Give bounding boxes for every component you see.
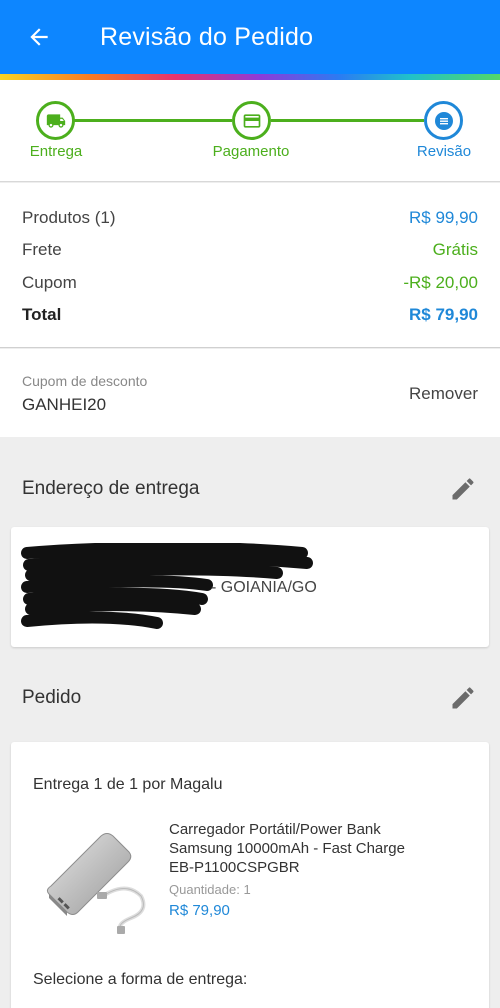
summary-products-row: Produtos (1) R$ 99,90: [22, 208, 478, 228]
edit-order-button[interactable]: [448, 683, 478, 713]
order-card: Entrega 1 de 1 por Magalu Carregador Por…: [11, 742, 489, 1008]
coupon-code: GANHEI20: [22, 395, 107, 414]
checkout-stepper: Entrega Pagamento Revisão: [0, 80, 500, 182]
coupon-section: Cupom de desconto GANHEI20 Remover: [0, 349, 500, 437]
step-label-pagamento: Pagamento: [212, 143, 290, 160]
total-label: Total: [22, 305, 62, 324]
page-title: Revisão do Pedido: [100, 22, 314, 51]
total-value: R$ 79,90: [409, 305, 478, 324]
coupon-field-label: Cupom de desconto: [22, 373, 148, 389]
remove-coupon-button[interactable]: Remover: [409, 384, 478, 404]
delivery-seller: Entrega 1 de 1 por Magalu: [33, 776, 223, 793]
products-label: Produtos (1): [22, 208, 116, 227]
address-city: - GOIANIA/GO: [211, 579, 317, 596]
products-value: R$ 99,90: [409, 208, 478, 227]
step-label-revisao: Revisão: [416, 143, 472, 160]
shipping-method-prompt: Selecione a forma de entrega:: [33, 971, 248, 988]
arrow-back-icon: [30, 28, 48, 46]
pencil-icon: [452, 687, 474, 709]
address-title: Endereço de entrega: [22, 478, 200, 499]
order-summary: Produtos (1) R$ 99,90 Frete Grátis Cupom…: [0, 183, 500, 348]
step-entrega[interactable]: [36, 101, 75, 140]
summary-coupon-row: Cupom -R$ 20,00: [22, 273, 478, 293]
shipping-value: Grátis: [432, 240, 478, 259]
summary-total-row: Total R$ 79,90: [22, 305, 478, 325]
power-bank-image: [46, 833, 146, 934]
product-quantity: Quantidade: 1: [169, 882, 251, 897]
address-section-header: Endereço de entrega: [0, 459, 500, 519]
edit-address-button[interactable]: [448, 474, 478, 504]
address-card[interactable]: - GOIANIA/GO: [11, 527, 489, 647]
product-name[interactable]: Carregador Portátil/Power Bank Samsung 1…: [169, 820, 429, 877]
coupon-value: -R$ 20,00: [403, 273, 478, 292]
truck-icon: [46, 113, 65, 128]
shipping-label: Frete: [22, 240, 62, 259]
step-label-entrega: Entrega: [29, 143, 83, 160]
app-bar: Revisão do Pedido: [0, 0, 500, 74]
back-button[interactable]: [0, 0, 78, 74]
step-revisao[interactable]: [424, 101, 463, 140]
summary-shipping-row: Frete Grátis: [22, 240, 478, 260]
list-icon: [434, 111, 453, 130]
product-price: R$ 79,90: [169, 902, 230, 919]
order-section-header: Pedido: [0, 668, 500, 728]
order-title: Pedido: [22, 687, 82, 708]
step-pagamento[interactable]: [232, 101, 271, 140]
coupon-label: Cupom: [22, 273, 77, 292]
card-icon: [243, 113, 260, 128]
step-connector-1: [74, 119, 232, 122]
step-connector-2: [271, 119, 424, 122]
pencil-icon: [452, 478, 474, 500]
